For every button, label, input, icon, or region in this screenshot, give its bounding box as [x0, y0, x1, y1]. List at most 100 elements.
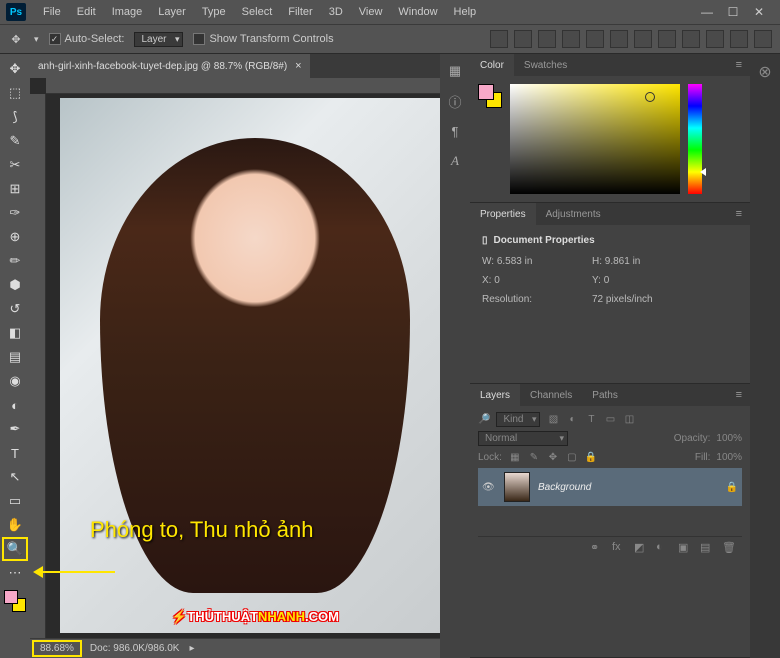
pen-tool[interactable]: ✒: [3, 418, 27, 440]
align-icon[interactable]: [562, 30, 580, 48]
tab-close-icon[interactable]: ×: [295, 60, 301, 72]
filter-shape-icon[interactable]: ▭: [603, 413, 617, 427]
align-icon[interactable]: [586, 30, 604, 48]
search-icon[interactable]: 🔎: [478, 414, 490, 425]
panel-menu-icon[interactable]: ≡: [728, 59, 750, 71]
document-tab[interactable]: anh-girl-xinh-facebook-tuyet-dep.jpg @ 8…: [30, 54, 310, 78]
menu-image[interactable]: Image: [105, 3, 150, 21]
link-layers-icon[interactable]: ⚭: [590, 541, 604, 554]
gradient-tool[interactable]: ▤: [3, 346, 27, 368]
close-button[interactable]: ✕: [750, 5, 768, 19]
creative-cloud-icon[interactable]: ⊗: [758, 62, 771, 658]
align-icon[interactable]: [538, 30, 556, 48]
lock-trans-icon[interactable]: ▦: [508, 450, 522, 464]
tab-layers[interactable]: Layers: [470, 384, 520, 406]
3d-mode-icon[interactable]: [754, 30, 772, 48]
mask-icon[interactable]: ◩: [634, 541, 648, 554]
menu-help[interactable]: Help: [447, 3, 484, 21]
menu-type[interactable]: Type: [195, 3, 233, 21]
eraser-tool[interactable]: ◧: [3, 322, 27, 344]
filter-kind[interactable]: Kind: [496, 412, 540, 427]
tab-swatches[interactable]: Swatches: [514, 54, 577, 76]
delete-icon[interactable]: 🗑: [722, 541, 736, 554]
align-icon[interactable]: [658, 30, 676, 48]
menu-view[interactable]: View: [352, 3, 390, 21]
zoom-level[interactable]: 88.68%: [34, 642, 80, 655]
shape-tool[interactable]: ▭: [3, 490, 27, 512]
path-select-tool[interactable]: ↖: [3, 466, 27, 488]
blend-mode[interactable]: Normal: [478, 431, 568, 446]
brush-tool[interactable]: ✏: [3, 250, 27, 272]
tab-channels[interactable]: Channels: [520, 384, 582, 406]
lock-paint-icon[interactable]: ✎: [527, 450, 541, 464]
adjustment-icon[interactable]: ◐: [656, 541, 670, 554]
auto-select-target[interactable]: Layer: [134, 32, 183, 47]
hand-tool[interactable]: ✋: [3, 514, 27, 536]
lock-icon[interactable]: 🔒: [726, 482, 738, 493]
filter-type-icon[interactable]: T: [584, 413, 598, 427]
minimize-button[interactable]: —: [698, 5, 716, 19]
paragraph-icon[interactable]: ¶: [446, 122, 464, 140]
show-transform-checkbox[interactable]: Show Transform Controls: [193, 33, 333, 45]
healing-tool[interactable]: ⊕: [3, 226, 27, 248]
menu-3d[interactable]: 3D: [322, 3, 350, 21]
menu-layer[interactable]: Layer: [151, 3, 193, 21]
dodge-tool[interactable]: ◐: [3, 394, 27, 416]
eyedropper-tool[interactable]: ✑: [3, 202, 27, 224]
align-icon[interactable]: [490, 30, 508, 48]
menu-window[interactable]: Window: [391, 3, 444, 21]
menu-filter[interactable]: Filter: [281, 3, 319, 21]
visibility-icon[interactable]: 👁: [482, 482, 496, 493]
opacity-value[interactable]: 100%: [716, 433, 742, 444]
menu-file[interactable]: File: [36, 3, 68, 21]
tab-adjustments[interactable]: Adjustments: [536, 203, 611, 225]
blur-tool[interactable]: ◉: [3, 370, 27, 392]
align-icon[interactable]: [514, 30, 532, 48]
layer-name[interactable]: Background: [538, 482, 591, 493]
history-brush-tool[interactable]: ↺: [3, 298, 27, 320]
maximize-button[interactable]: ☐: [724, 5, 742, 19]
align-icon[interactable]: [706, 30, 724, 48]
align-icon[interactable]: [634, 30, 652, 48]
lock-artboard-icon[interactable]: ▢: [565, 450, 579, 464]
align-icon[interactable]: [682, 30, 700, 48]
dropdown-icon[interactable]: ▾: [34, 34, 39, 45]
canvas[interactable]: Phóng to, Thu nhỏ ảnh ⚡THỦTHUẬTNHANH.COM: [60, 98, 440, 633]
status-arrow-icon[interactable]: ▸: [189, 643, 194, 654]
new-layer-icon[interactable]: ▤: [700, 541, 714, 554]
hue-slider[interactable]: [688, 84, 702, 194]
layer-background[interactable]: 👁 Background 🔒: [478, 468, 742, 506]
lock-pos-icon[interactable]: ✥: [546, 450, 560, 464]
group-icon[interactable]: ▣: [678, 541, 692, 554]
fx-icon[interactable]: fx: [612, 541, 626, 554]
zoom-tool[interactable]: 🔍: [3, 538, 27, 560]
history-icon[interactable]: ▦: [446, 62, 464, 80]
filter-adjust-icon[interactable]: ◐: [565, 413, 579, 427]
quick-select-tool[interactable]: ✎: [3, 130, 27, 152]
tab-paths[interactable]: Paths: [582, 384, 628, 406]
auto-select-checkbox[interactable]: ✓Auto-Select:: [49, 33, 125, 45]
lock-all-icon[interactable]: 🔒: [584, 450, 598, 464]
crop-tool[interactable]: ✂: [3, 154, 27, 176]
info-icon[interactable]: ⓘ: [446, 92, 464, 110]
character-icon[interactable]: A: [446, 152, 464, 170]
fill-value[interactable]: 100%: [716, 452, 742, 463]
filter-pixel-icon[interactable]: ▧: [546, 413, 560, 427]
align-icon[interactable]: [610, 30, 628, 48]
color-foreground-background[interactable]: [478, 84, 502, 108]
3d-mode-icon[interactable]: [730, 30, 748, 48]
menu-select[interactable]: Select: [235, 3, 280, 21]
color-picker[interactable]: [510, 84, 680, 194]
type-tool[interactable]: T: [3, 442, 27, 464]
filter-smart-icon[interactable]: ◫: [622, 413, 636, 427]
menu-edit[interactable]: Edit: [70, 3, 103, 21]
layer-thumbnail[interactable]: [504, 472, 530, 502]
stamp-tool[interactable]: ⬢: [3, 274, 27, 296]
color-swatch[interactable]: [4, 590, 26, 612]
tab-properties[interactable]: Properties: [470, 203, 536, 225]
marquee-tool[interactable]: ⬚: [3, 82, 27, 104]
lasso-tool[interactable]: ⟆: [3, 106, 27, 128]
tab-color[interactable]: Color: [470, 54, 514, 76]
panel-menu-icon[interactable]: ≡: [728, 208, 750, 220]
panel-menu-icon[interactable]: ≡: [728, 389, 750, 401]
